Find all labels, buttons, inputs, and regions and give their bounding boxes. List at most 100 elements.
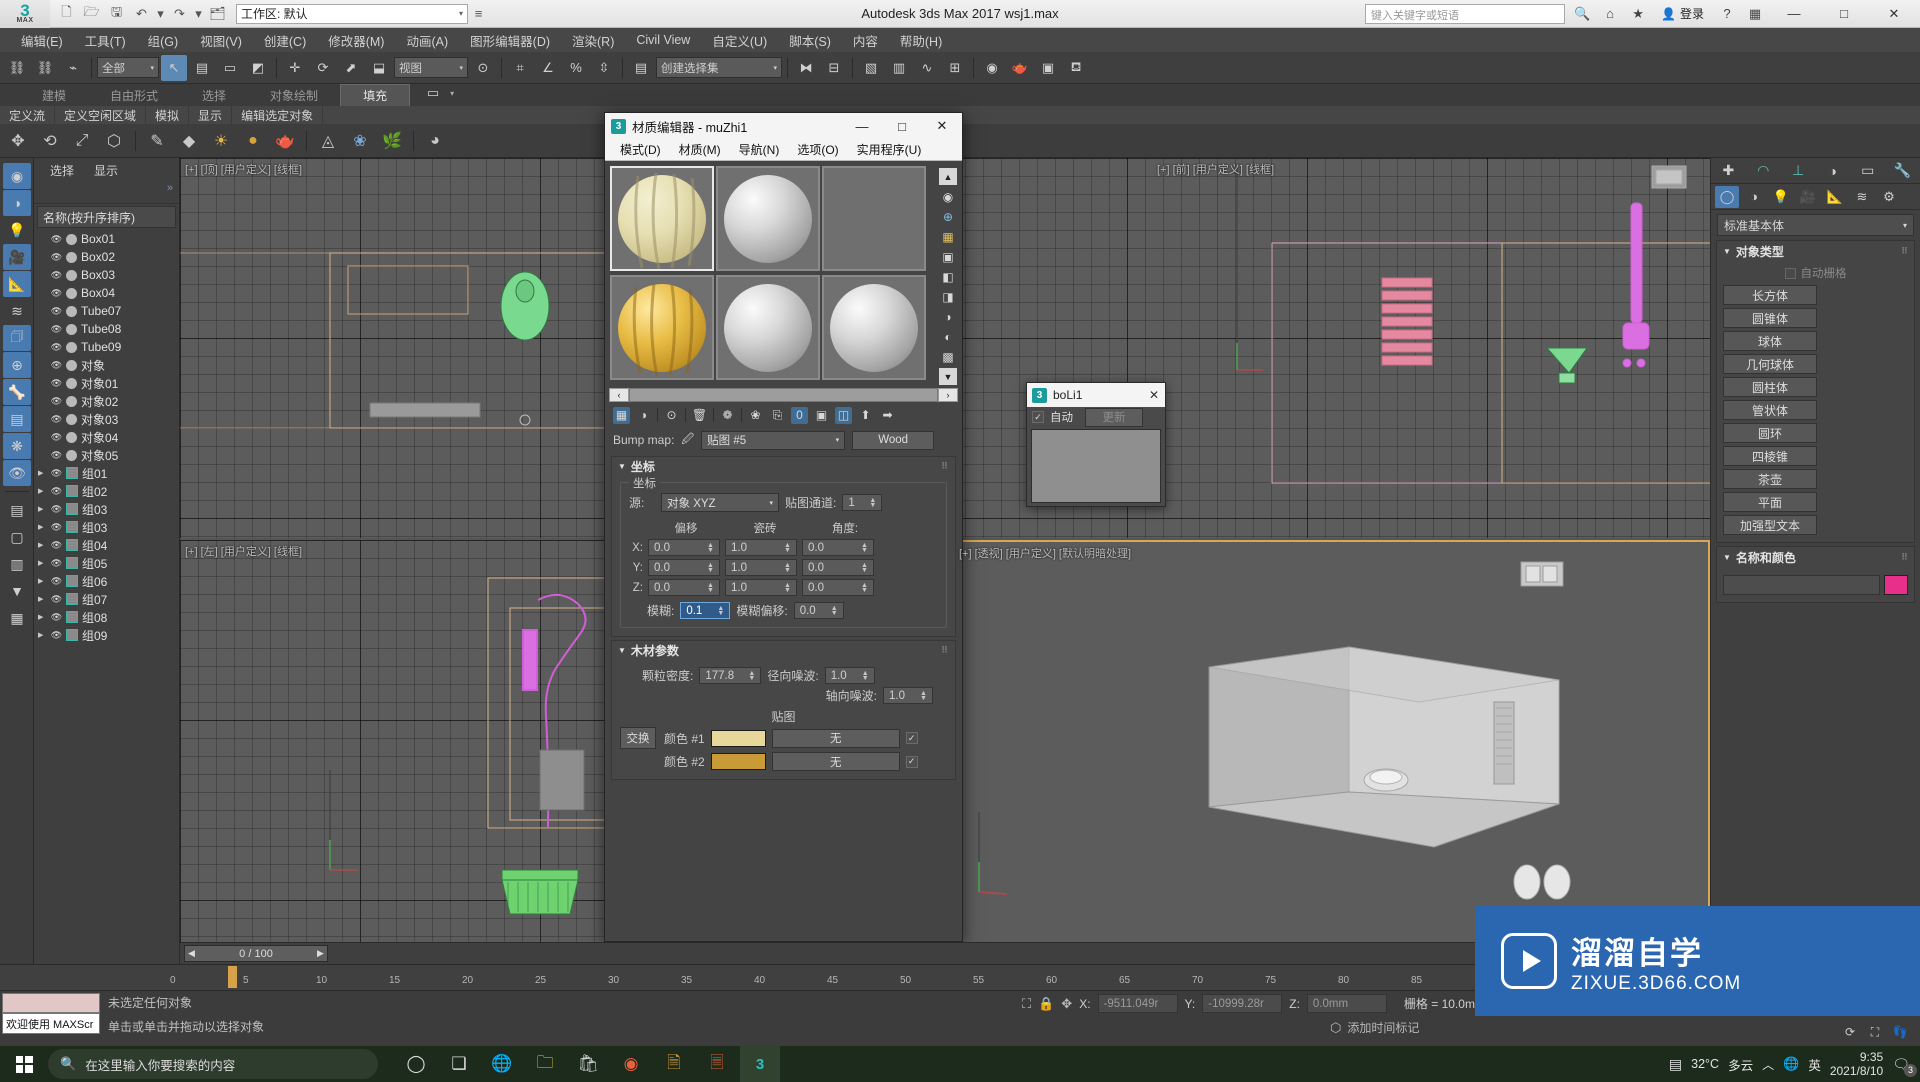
slot-scroll-track[interactable]	[629, 388, 938, 402]
color2-map-button[interactable]: 无	[771, 752, 900, 771]
expand-arrow-icon[interactable]: ▶	[38, 595, 47, 603]
select-by-group-icon[interactable]: 🗇	[3, 325, 31, 351]
visibility-eye-icon[interactable]: 👁	[51, 324, 62, 335]
select-region-icon[interactable]: ▭	[217, 55, 243, 81]
background-icon[interactable]: ▩	[940, 348, 957, 365]
menu-item-modifiers[interactable]: 修改器(M)	[317, 28, 395, 53]
visibility-eye-icon[interactable]: 👁	[51, 594, 62, 605]
offset-field[interactable]: 0.0 ▲ ▼	[648, 579, 720, 596]
scene-explorer-row[interactable]: 👁 对象02	[34, 392, 179, 410]
visibility-eye-icon[interactable]: 👁	[51, 504, 62, 515]
pyramid-icon[interactable]: ◬	[314, 127, 342, 155]
object-type-button[interactable]: 长方体	[1723, 285, 1817, 305]
subtab-spacewarps-icon[interactable]: ≋	[1850, 186, 1874, 208]
me-menu-navigation[interactable]: 导航(N)	[730, 139, 789, 160]
chevron-down-icon[interactable]: ▾	[150, 64, 154, 72]
go-forward-sibling-icon[interactable]: ◨	[940, 288, 957, 305]
color2-swatch[interactable]	[710, 753, 766, 770]
spinner-icon[interactable]: ▲ ▼	[859, 542, 870, 554]
select-object-icon[interactable]: ↖	[161, 54, 187, 81]
visibility-eye-icon[interactable]: 👁	[51, 288, 62, 299]
color1-map-button[interactable]: 无	[771, 728, 900, 748]
chevron-down-icon[interactable]: ▾	[769, 499, 773, 507]
make-unique-icon[interactable]: ❀	[747, 407, 764, 424]
spinner-icon[interactable]: ▲ ▼	[746, 670, 757, 682]
tiling-field[interactable]: 1.0 ▲ ▼	[725, 579, 797, 596]
tab-utilities-icon[interactable]: 🔧	[1889, 160, 1917, 182]
source-dropdown[interactable]: 对象 XYZ ▾	[661, 493, 779, 512]
select-by-helper-icon[interactable]: 📐	[3, 271, 31, 297]
tiling-field[interactable]: 1.0 ▲ ▼	[725, 559, 797, 576]
object-type-button[interactable]: 圆锥体	[1723, 308, 1817, 328]
get-material-button-icon[interactable]: ▦	[613, 406, 630, 424]
menu-item-civil-view[interactable]: Civil View	[625, 30, 701, 50]
coord-y-field[interactable]: -10999.28r	[1202, 994, 1283, 1013]
file-explorer-icon[interactable]: 🗀	[525, 1046, 565, 1082]
scale-gizmo-icon[interactable]: ⤢	[68, 127, 96, 155]
expand-arrow-icon[interactable]: ▶	[38, 487, 47, 495]
coord-x-field[interactable]: -9511.049r	[1097, 994, 1178, 1013]
tab-motion-icon[interactable]: ◑	[1819, 160, 1847, 182]
scene-explorer-row[interactable]: 👁 对象03	[34, 410, 179, 428]
reference-coordinate-dropdown[interactable]: 视图 ▾	[394, 57, 468, 78]
microsoft-store-icon[interactable]: 🛍	[568, 1046, 608, 1082]
offset-field[interactable]: 0.0 ▲ ▼	[648, 539, 720, 556]
show-end-result-toggle-icon[interactable]: ◫	[835, 406, 852, 424]
visibility-eye-icon[interactable]: 👁	[51, 630, 62, 641]
chevron-down-icon[interactable]: ▾	[450, 89, 454, 98]
absolute-relative-mode-icon[interactable]: ✥	[1061, 996, 1072, 1012]
spinner-icon[interactable]: ▲ ▼	[867, 497, 878, 509]
material-slot-scrollbar[interactable]: ‹ ›	[609, 387, 958, 403]
rotate-gizmo-icon[interactable]: ⟲	[36, 127, 64, 155]
coordinates-panel-header[interactable]: ▼ 坐标 ⠿	[612, 457, 955, 476]
material-editor-icon[interactable]: ◉	[979, 55, 1005, 81]
workspace-field[interactable]: 工作区: 默认 ▾	[236, 3, 468, 24]
chevron-down-icon[interactable]: ▾	[1903, 221, 1907, 230]
scene-explorer-row[interactable]: ▶ 👁 组09	[34, 626, 179, 644]
scene-explorer-row[interactable]: 👁 Box01	[34, 230, 179, 248]
menu-item-group[interactable]: 组(G)	[137, 28, 190, 53]
object-type-button[interactable]: 管状体	[1723, 400, 1817, 420]
visibility-eye-icon[interactable]: 👁	[51, 306, 62, 317]
angle-field[interactable]: 0.0 ▲ ▼	[802, 539, 874, 556]
color1-swatch[interactable]	[710, 729, 766, 747]
object-type-button[interactable]: 四棱锥	[1723, 446, 1817, 466]
put-material-to-scene-icon[interactable]: ◑	[635, 407, 652, 424]
visibility-eye-icon[interactable]: 👁	[51, 252, 62, 263]
map-channel-field[interactable]: 1 ▲ ▼	[842, 494, 883, 511]
app-logo[interactable]: 3 MAX	[0, 0, 50, 28]
boli-material-window[interactable]: 3 boLi1 ✕ ✓ 自动 更新	[1026, 382, 1166, 507]
boli-close-button[interactable]: ✕	[1143, 383, 1165, 407]
apps-grid-icon[interactable]: ▦	[1744, 3, 1766, 25]
subtab-geometry-icon[interactable]: ◯	[1715, 185, 1739, 208]
selection-filter-dropdown[interactable]: 全部 ▾	[97, 57, 159, 78]
collapse-icon[interactable]: ▼	[1723, 247, 1731, 256]
material-editor-maximize-button[interactable]: □	[882, 113, 922, 139]
ribbon-button-define-idle-area[interactable]: 定义空闲区域	[55, 105, 147, 125]
unlink-icon[interactable]: ⛓	[32, 55, 58, 81]
ribbon-button-edit-selected[interactable]: 编辑选定对象	[232, 105, 324, 125]
render-production-icon[interactable]: ⛾	[1063, 55, 1089, 81]
expand-arrow-icon[interactable]: ▶	[38, 505, 47, 513]
make-material-copy-icon[interactable]: ❁	[719, 407, 736, 424]
named-selection-set-dropdown[interactable]: 创建选择集 ▾	[656, 57, 782, 78]
tab-hierarchy-icon[interactable]: ⊥	[1784, 160, 1812, 182]
filter-icon[interactable]: ▼	[3, 578, 31, 604]
swap-colors-button[interactable]: 交换	[620, 727, 656, 749]
axial-noise-field[interactable]: 1.0 ▲ ▼	[883, 687, 933, 704]
scene-explorer-row[interactable]: 👁 Tube07	[34, 302, 179, 320]
blank-view-icon[interactable]: ▢	[3, 524, 31, 550]
menu-item-help[interactable]: 帮助(H)	[889, 28, 953, 53]
material-editor-close-button[interactable]: ✕	[922, 113, 962, 139]
scene-explorer-row[interactable]: ▶ 👁 组04	[34, 536, 179, 554]
subtab-helpers-icon[interactable]: 📐	[1823, 186, 1847, 208]
visibility-eye-icon[interactable]: 👁	[51, 486, 62, 497]
pivot-center-icon[interactable]: ⊙	[470, 55, 496, 81]
select-scale-icon[interactable]: ⬈	[338, 55, 364, 81]
task-view-icon[interactable]: ❏	[439, 1046, 479, 1082]
scene-explorer-row[interactable]: 👁 Box03	[34, 266, 179, 284]
eyedropper-icon[interactable]: 🖉	[681, 430, 694, 451]
slot-scroll-left-icon[interactable]: ‹	[609, 388, 629, 402]
menu-item-edit[interactable]: 编辑(E)	[10, 28, 74, 53]
collapse-icon[interactable]: ▼	[1723, 553, 1731, 562]
